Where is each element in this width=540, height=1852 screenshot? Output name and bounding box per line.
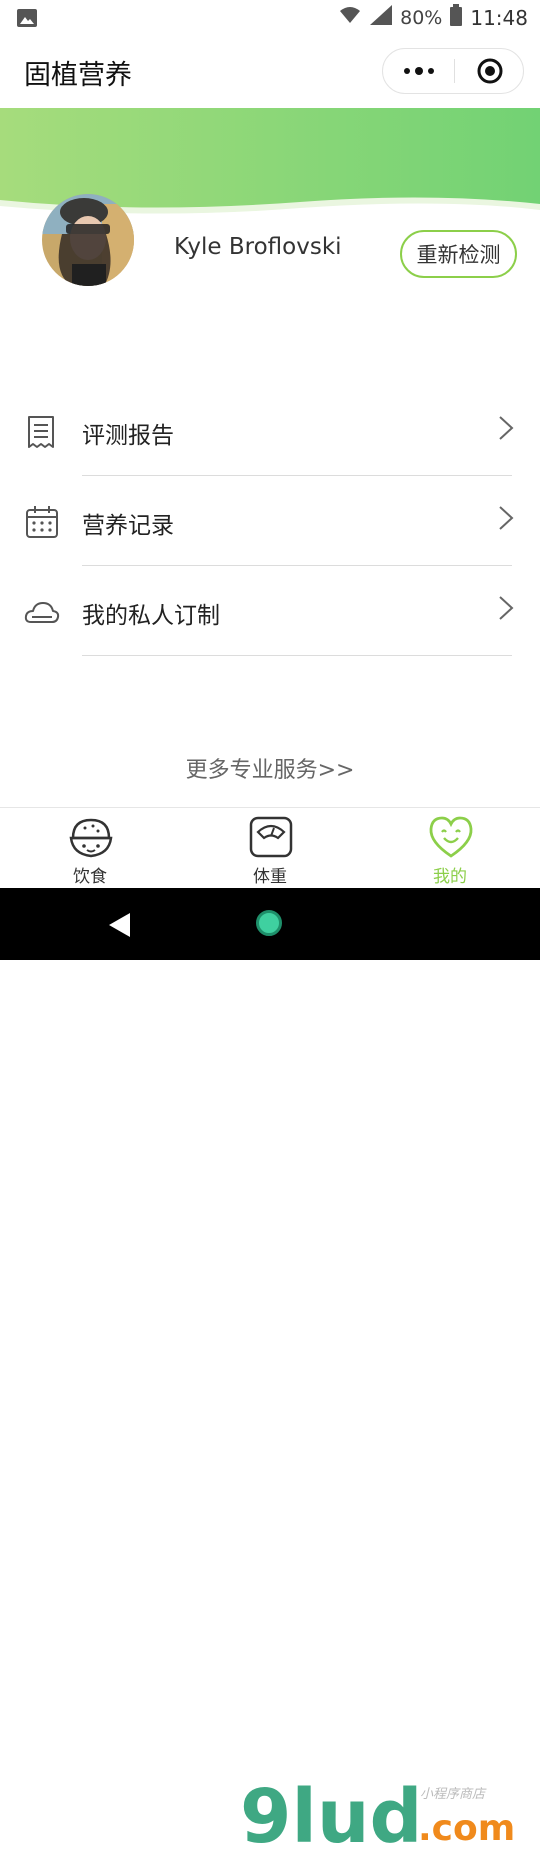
more-services-link[interactable]: 更多专业服务>> <box>0 752 540 784</box>
more-button[interactable] <box>383 49 455 93</box>
signal-icon <box>370 5 393 30</box>
target-close-icon <box>477 58 503 84</box>
food-icon <box>68 814 114 860</box>
watermark-logo: 9lud .com 小程序商店 <box>240 1774 540 1852</box>
scale-icon <box>248 814 294 860</box>
chevron-right-icon <box>496 504 516 532</box>
retest-button[interactable]: 重新检测 <box>400 230 517 278</box>
heart-face-icon <box>428 814 474 860</box>
cloud-icon <box>24 594 60 630</box>
tab-diet[interactable]: 饮食 <box>30 812 150 887</box>
battery-icon <box>450 4 463 31</box>
tab-mine[interactable]: 我的 <box>390 812 510 887</box>
menu-item-report[interactable]: 评测报告 <box>0 386 540 476</box>
menu-label-custom-plan: 我的私人订制 <box>82 603 220 629</box>
tab-label-diet: 饮食 <box>73 867 107 887</box>
home-button[interactable] <box>256 910 282 936</box>
avatar[interactable] <box>42 194 134 286</box>
svg-text:.com: .com <box>418 1808 515 1848</box>
svg-text:小程序商店: 小程序商店 <box>420 1787 487 1802</box>
system-nav-bar: 9lud .com 小程序商店 <box>0 888 540 1852</box>
capsule-menu <box>382 48 524 94</box>
svg-text:9lud: 9lud <box>240 1776 423 1848</box>
gallery-notification-icon <box>16 8 38 32</box>
battery-percent: 80% <box>400 6 443 29</box>
page-title: 固植营养 <box>24 60 132 91</box>
nav-bar: 固植营养 <box>0 36 540 108</box>
wifi-icon <box>338 5 362 30</box>
back-icon[interactable] <box>108 912 132 942</box>
menu-item-custom-plan[interactable]: 我的私人订制 <box>0 566 540 656</box>
tab-bar: 饮食 体重 我的 <box>0 807 540 889</box>
tab-weight[interactable]: 体重 <box>210 812 330 887</box>
chevron-right-icon <box>496 414 516 442</box>
menu-item-nutrition-record[interactable]: 营养记录 <box>0 476 540 566</box>
status-bar: 80% 11:48 <box>0 0 540 36</box>
menu-label-report: 评测报告 <box>82 423 174 449</box>
tab-label-weight: 体重 <box>253 867 287 887</box>
clock: 11:48 <box>470 5 528 30</box>
divider <box>82 655 512 656</box>
report-icon <box>24 414 60 450</box>
more-dots-icon <box>404 67 434 75</box>
menu-list: 评测报告 营养记录 我的私人订制 <box>0 386 540 656</box>
close-button[interactable] <box>455 49 525 93</box>
chevron-right-icon <box>496 594 516 622</box>
tab-label-mine: 我的 <box>433 867 467 887</box>
calendar-icon <box>24 504 60 540</box>
menu-label-nutrition-record: 营养记录 <box>82 513 174 539</box>
profile-card: Kyle Broflovski 重新检测 <box>0 190 540 300</box>
username: Kyle Broflovski <box>174 234 342 260</box>
